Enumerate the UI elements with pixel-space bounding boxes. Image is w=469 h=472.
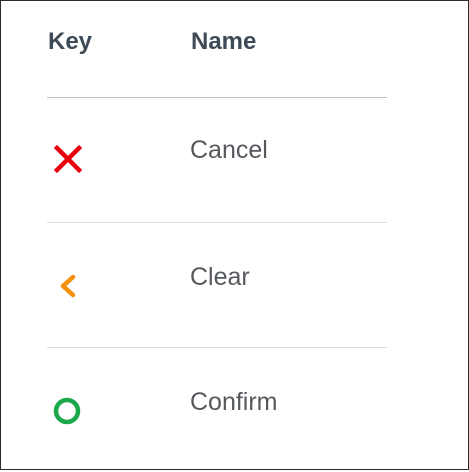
circle-icon [51, 394, 85, 428]
row-name-clear: Clear [190, 263, 250, 291]
table-row: Confirm [47, 348, 387, 472]
close-x-icon [51, 142, 85, 176]
column-header-key: Key [48, 28, 93, 55]
row-name-confirm: Confirm [190, 388, 278, 416]
table-row: Clear [47, 223, 387, 348]
key-legend-panel: Key Name Cancel Clear Confirm [0, 0, 469, 470]
table-row: Cancel [47, 98, 387, 223]
table-header: Key Name [47, 1, 387, 98]
key-legend-table: Key Name Cancel Clear Confirm [47, 1, 387, 472]
column-header-name: Name [191, 28, 257, 55]
row-name-cancel: Cancel [190, 136, 268, 164]
chevron-left-icon [51, 269, 85, 303]
